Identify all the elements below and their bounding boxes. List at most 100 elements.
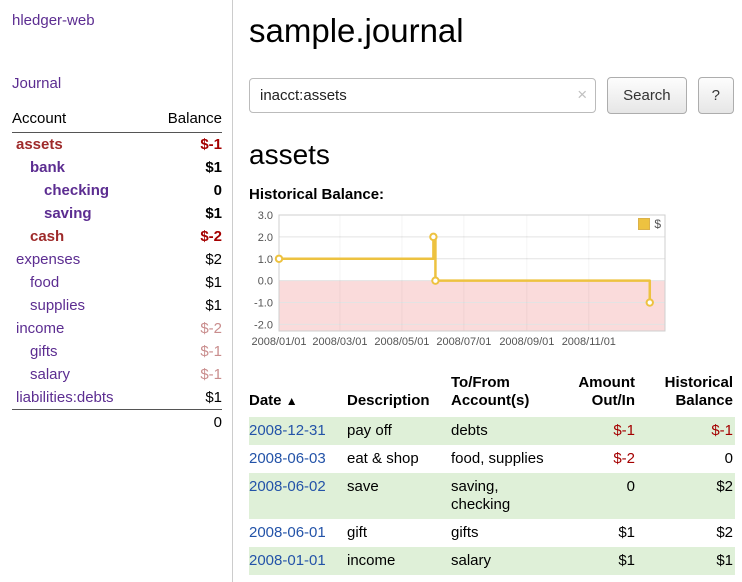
register-header-balance: Historical Balance bbox=[645, 370, 735, 417]
transaction-amount: $-1 bbox=[569, 417, 645, 445]
legend-swatch-icon bbox=[638, 218, 650, 230]
account-link[interactable]: food bbox=[30, 274, 59, 291]
svg-text:2008/05/01: 2008/05/01 bbox=[374, 336, 429, 348]
account-row: supplies $1 bbox=[12, 294, 222, 317]
sort-asc-icon: ▲ bbox=[286, 394, 298, 408]
accounts-total-value: 0 bbox=[149, 410, 222, 435]
account-row: food $1 bbox=[12, 271, 222, 294]
transaction-amount: $1 bbox=[569, 519, 645, 547]
accounts-header-account: Account bbox=[12, 108, 149, 133]
svg-text:2008/09/01: 2008/09/01 bbox=[499, 336, 554, 348]
account-link[interactable]: saving bbox=[44, 205, 92, 222]
account-balance: $1 bbox=[149, 294, 222, 317]
historical-balance-chart: $ 3.02.01.00.0-1.0-2.02008/01/012008/03/… bbox=[249, 209, 673, 353]
search-box: × bbox=[249, 78, 596, 113]
register-header-amount: Amount Out/In bbox=[569, 370, 645, 417]
sidebar: hledger-web Journal Account Balance asse… bbox=[0, 0, 233, 582]
accounts-header-row: Account Balance bbox=[12, 108, 222, 133]
transaction-date-link[interactable]: 2008-06-02 bbox=[249, 478, 326, 495]
transaction-date-link[interactable]: 2008-01-01 bbox=[249, 552, 326, 569]
account-link[interactable]: expenses bbox=[16, 251, 80, 268]
clear-search-icon[interactable]: × bbox=[577, 85, 587, 105]
accounts-header-balance: Balance bbox=[149, 108, 222, 133]
svg-text:2008/11/01: 2008/11/01 bbox=[562, 336, 616, 348]
page-title: sample.journal bbox=[249, 12, 734, 50]
account-row: bank $1 bbox=[12, 156, 222, 179]
search-input[interactable] bbox=[249, 78, 596, 113]
transaction-amount: 0 bbox=[569, 473, 645, 519]
transaction-accounts: food, supplies bbox=[451, 445, 569, 473]
transaction-date-link[interactable]: 2008-06-03 bbox=[249, 450, 326, 467]
account-link[interactable]: bank bbox=[30, 159, 65, 176]
register-row: 2008-06-01 giftgifts$1$2 bbox=[249, 519, 735, 547]
register-header-accounts: To/From Account(s) bbox=[451, 370, 569, 417]
transaction-balance: $2 bbox=[645, 519, 735, 547]
transaction-accounts: debts bbox=[451, 417, 569, 445]
transaction-accounts: salary bbox=[451, 547, 569, 575]
register-row: 2008-12-31pay offdebts$-1$-1 bbox=[249, 417, 735, 445]
accounts-total-row: 0 bbox=[12, 410, 222, 435]
date-header-label: Date bbox=[249, 392, 282, 409]
svg-text:1.0: 1.0 bbox=[258, 254, 273, 266]
chart-svg: 3.02.01.00.0-1.0-2.02008/01/012008/03/01… bbox=[249, 209, 673, 351]
account-balance: $1 bbox=[149, 271, 222, 294]
section-heading: assets bbox=[249, 139, 734, 171]
chart-label: Historical Balance: bbox=[249, 186, 734, 203]
sidebar-item-journal[interactable]: Journal bbox=[12, 75, 222, 92]
account-balance: $1 bbox=[149, 156, 222, 179]
transaction-date-link[interactable]: 2008-12-31 bbox=[249, 422, 326, 439]
register-header-date[interactable]: Date ▲ bbox=[249, 370, 347, 417]
transaction-balance: $1 bbox=[645, 547, 735, 575]
transaction-amount: $1 bbox=[569, 547, 645, 575]
main-content: sample.journal × Search ? assets Histori… bbox=[249, 0, 742, 575]
svg-text:0.0: 0.0 bbox=[258, 276, 273, 288]
account-link[interactable]: supplies bbox=[30, 297, 85, 314]
register-row: 2008-06-02 savesaving, checking0$2 bbox=[249, 473, 735, 519]
transaction-accounts: saving, checking bbox=[451, 473, 569, 519]
register-row: 2008-06-03eat & shopfood, supplies$-20 bbox=[249, 445, 735, 473]
account-row: saving $1 bbox=[12, 202, 222, 225]
account-link[interactable]: cash bbox=[30, 228, 64, 245]
account-balance: $-2 bbox=[149, 317, 222, 340]
accounts-table: Account Balance assets $-1 bank $1 checking 0… bbox=[12, 108, 222, 434]
account-link[interactable]: assets bbox=[16, 136, 63, 153]
account-link[interactable]: income bbox=[16, 320, 64, 337]
svg-text:-1.0: -1.0 bbox=[254, 297, 273, 309]
app-title-link[interactable]: hledger-web bbox=[12, 12, 222, 29]
svg-text:2008/07/01: 2008/07/01 bbox=[436, 336, 491, 348]
account-row: checking 0 bbox=[12, 179, 222, 202]
transaction-date-link[interactable]: 2008-06-01 bbox=[249, 524, 326, 541]
transaction-balance: 0 bbox=[645, 445, 735, 473]
account-row: gifts $-1 bbox=[12, 340, 222, 363]
account-balance: $-1 bbox=[149, 133, 222, 157]
transaction-description: pay off bbox=[347, 417, 451, 445]
account-link[interactable]: gifts bbox=[30, 343, 58, 360]
transaction-amount: $-2 bbox=[569, 445, 645, 473]
account-row: cash$-2 bbox=[12, 225, 222, 248]
help-button[interactable]: ? bbox=[698, 77, 734, 114]
transaction-balance: $2 bbox=[645, 473, 735, 519]
account-balance: $1 bbox=[149, 202, 222, 225]
register-header-description: Description bbox=[347, 370, 451, 417]
svg-text:2008/01/01: 2008/01/01 bbox=[251, 336, 306, 348]
hledger-web-page: hledger-web Journal Account Balance asse… bbox=[0, 0, 742, 582]
transaction-description: income bbox=[347, 547, 451, 575]
account-row: assets $-1 bbox=[12, 133, 222, 157]
account-row: income $-2 bbox=[12, 317, 222, 340]
account-link[interactable]: liabilities:debts bbox=[16, 389, 114, 406]
account-row: expenses$2 bbox=[12, 248, 222, 271]
chart-legend: $ bbox=[636, 216, 663, 232]
transaction-description: save bbox=[347, 473, 451, 519]
legend-label: $ bbox=[654, 217, 661, 231]
transaction-accounts: gifts bbox=[451, 519, 569, 547]
account-link[interactable]: checking bbox=[44, 182, 109, 199]
search-button[interactable]: Search bbox=[607, 77, 687, 114]
account-link[interactable]: salary bbox=[30, 366, 70, 383]
transaction-description: gift bbox=[347, 519, 451, 547]
account-row: salary$-1 bbox=[12, 363, 222, 386]
account-balance: $1 bbox=[149, 386, 222, 410]
transaction-balance: $-1 bbox=[645, 417, 735, 445]
account-balance: 0 bbox=[149, 179, 222, 202]
register-row: 2008-01-01incomesalary$1$1 bbox=[249, 547, 735, 575]
account-balance: $-1 bbox=[149, 340, 222, 363]
